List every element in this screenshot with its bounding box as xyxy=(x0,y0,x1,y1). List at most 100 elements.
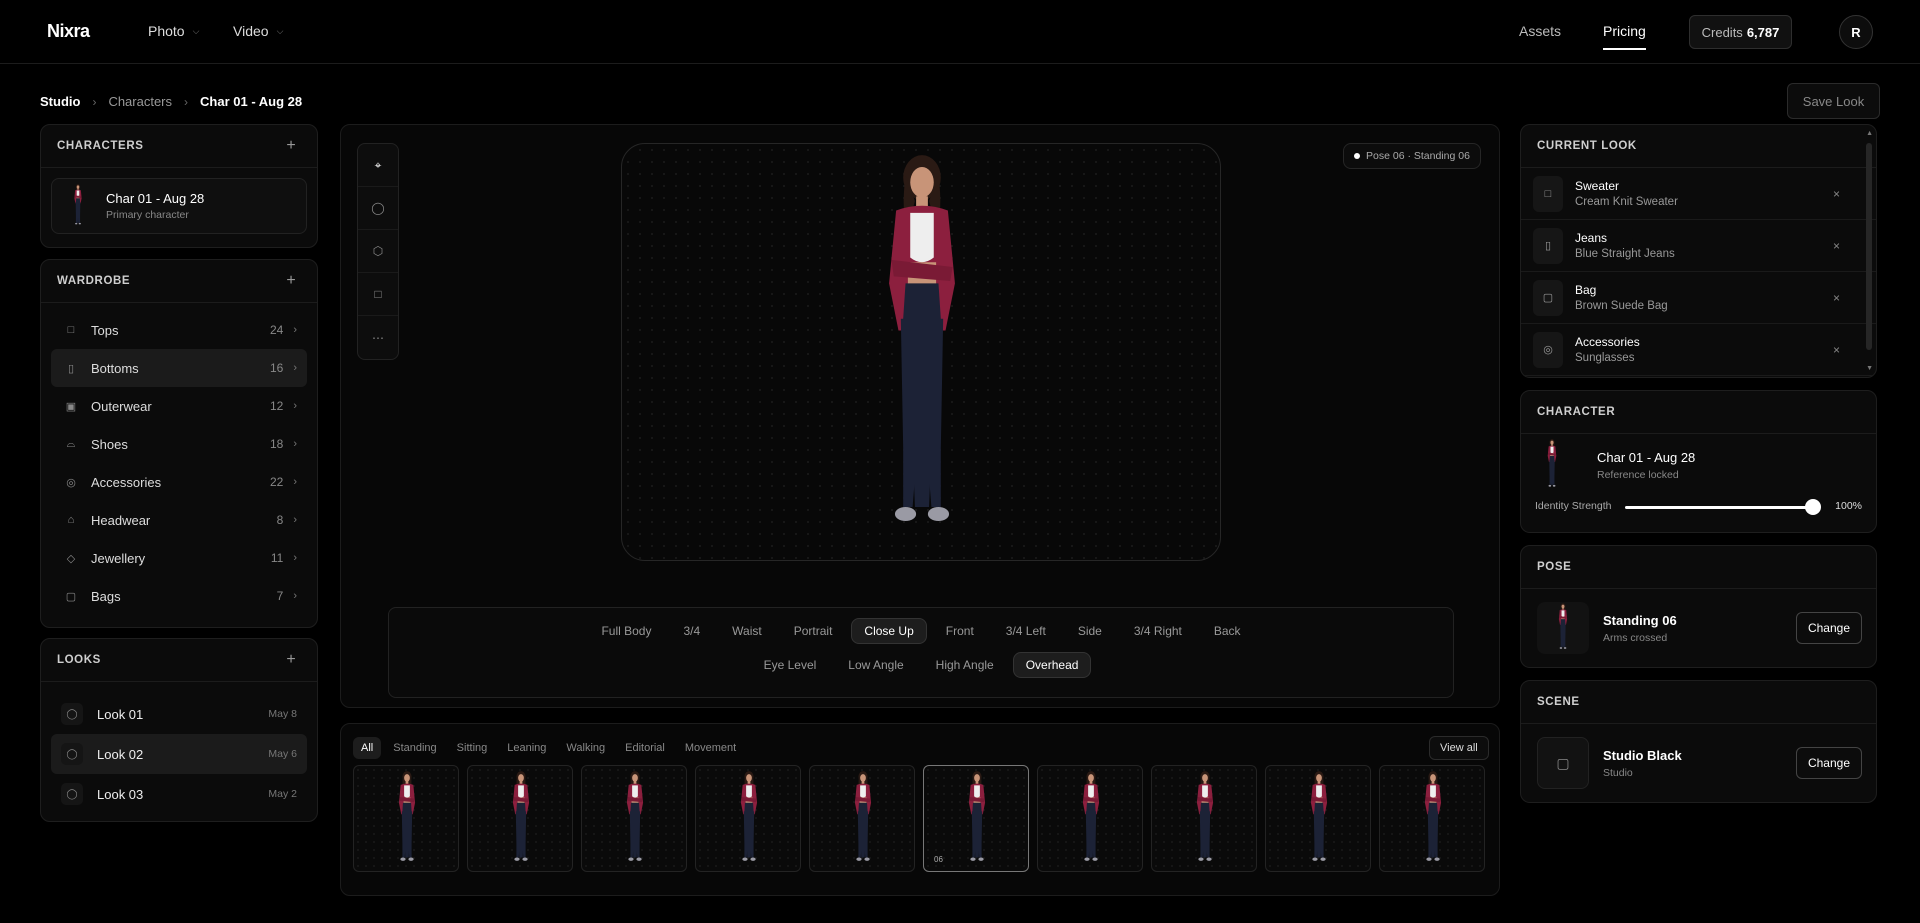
hat-icon: ⌂ xyxy=(67,514,75,526)
angle-chip[interactable]: High Angle xyxy=(923,652,1007,678)
framing-chip[interactable]: Close Up xyxy=(851,618,927,644)
wardrobe-item-label: Outerwear xyxy=(91,398,152,414)
breadcrumb-characters[interactable]: Characters xyxy=(108,94,172,109)
identity-strength-knob[interactable] xyxy=(1805,499,1821,515)
change-scene-button[interactable]: Change xyxy=(1796,747,1862,779)
angle-chip[interactable]: Overhead xyxy=(1012,652,1092,678)
close-icon[interactable]: × xyxy=(1833,291,1840,305)
more-tool-icon[interactable]: ⋯ xyxy=(358,316,398,359)
add-look-icon[interactable]: + xyxy=(281,651,301,669)
crop-tool-icon[interactable]: □ xyxy=(358,273,398,316)
framing-chip[interactable]: Front xyxy=(933,618,987,644)
look-item[interactable]: ◯ Look 01 May 8 xyxy=(51,694,307,734)
current-look-item[interactable]: □ Sweater Cream Knit Sweater × xyxy=(1521,168,1876,220)
cube-tool-icon[interactable]: ⬡ xyxy=(358,230,398,273)
change-pose-button[interactable]: Change xyxy=(1796,612,1862,644)
credits-badge[interactable]: Credits 6,787 xyxy=(1689,15,1792,49)
angle-chip[interactable]: Eye Level xyxy=(751,652,830,678)
look-item[interactable]: ◯ Look 03 May 2 xyxy=(51,774,307,814)
chevron-right-icon: › xyxy=(293,552,297,564)
framing-chip[interactable]: 3/4 xyxy=(670,618,713,644)
pose-filter-tab[interactable]: Editorial xyxy=(617,737,673,759)
look-item[interactable]: ◯ Look 02 May 6 xyxy=(51,734,307,774)
wardrobe-item-bottoms[interactable]: ▯ Bottoms 16 › xyxy=(51,349,307,387)
pose-filter-tab[interactable]: Standing xyxy=(385,737,444,759)
chevron-right-icon: › xyxy=(184,94,189,109)
wardrobe-item-bags[interactable]: ▢ Bags 7 › xyxy=(51,577,307,615)
angle-chip[interactable]: Low Angle xyxy=(835,652,916,678)
nav-photo-menu[interactable]: Photo ⌵ xyxy=(148,23,199,39)
wardrobe-item-tops[interactable]: □ Tops 24 › xyxy=(51,311,307,349)
identity-strength-track[interactable] xyxy=(1625,506,1813,509)
pose-name: Standing 06 xyxy=(1603,612,1677,628)
scene-panel: SCENE ▢ Studio Black Studio Change xyxy=(1520,680,1877,803)
character-card[interactable]: Char 01 - Aug 28 Primary character xyxy=(51,178,307,234)
current-look-item[interactable]: ▢ Bag Brown Suede Bag × xyxy=(1521,272,1876,324)
close-icon[interactable]: × xyxy=(1833,343,1840,357)
current-look-item[interactable]: ◎ Accessories Sunglasses × xyxy=(1521,324,1876,376)
nav-video-menu[interactable]: Video ⌵ xyxy=(233,23,283,39)
scroll-down-icon[interactable]: ▼ xyxy=(1866,365,1873,372)
wardrobe-header: WARDROBE + xyxy=(41,260,317,303)
pose-thumbnail[interactable] xyxy=(1037,765,1143,872)
wardrobe-item-accessories[interactable]: ◎ Accessories 22 › xyxy=(51,463,307,501)
save-look-button[interactable]: Save Look xyxy=(1787,83,1880,119)
current-look-name: Bag xyxy=(1575,283,1597,297)
close-icon[interactable]: × xyxy=(1833,239,1840,253)
chevron-right-icon: › xyxy=(293,400,297,412)
pose-thumbnail[interactable] xyxy=(1151,765,1257,872)
person-tool-icon[interactable]: ◯ xyxy=(358,187,398,230)
credits-value: 6,787 xyxy=(1746,24,1780,40)
pose-panel-header: POSE xyxy=(1521,546,1876,589)
wardrobe-item-outerwear[interactable]: ▣ Outerwear 12 › xyxy=(51,387,307,425)
pose-thumbnail[interactable] xyxy=(467,765,573,872)
pose-filter-tab[interactable]: Movement xyxy=(677,737,744,759)
framing-chip[interactable]: Side xyxy=(1065,618,1115,644)
pose-thumbnail[interactable] xyxy=(695,765,801,872)
pose-thumbnail-figure xyxy=(729,771,769,869)
current-look-sub: Blue Straight Jeans xyxy=(1575,248,1675,260)
current-look-text: Accessories Sunglasses xyxy=(1575,335,1833,364)
move-tool-icon[interactable]: ⌖ xyxy=(358,144,398,187)
add-wardrobe-icon[interactable]: + xyxy=(281,272,301,290)
scroll-up-icon[interactable]: ▲ xyxy=(1866,130,1873,137)
nav-photo-label: Photo xyxy=(148,23,185,39)
wardrobe-item-label: Shoes xyxy=(91,436,128,452)
pose-thumbnail[interactable]: 06 xyxy=(923,765,1029,872)
view-all-button[interactable]: View all xyxy=(1429,736,1489,760)
framing-chip[interactable]: Back xyxy=(1201,618,1254,644)
pose-filter-tab[interactable]: All xyxy=(353,737,382,759)
framing-chip[interactable]: Portrait xyxy=(781,618,846,644)
wardrobe-item-shoes[interactable]: ⌓ Shoes 18 › xyxy=(51,425,307,463)
pose-filter-tab[interactable]: Leaning xyxy=(499,737,554,759)
character-panel-name: Char 01 - Aug 28 xyxy=(1597,449,1696,465)
framing-chip[interactable]: Waist xyxy=(719,618,775,644)
current-look-item[interactable]: ▯ Jeans Blue Straight Jeans × xyxy=(1521,220,1876,272)
framing-chip[interactable]: 3/4 Right xyxy=(1121,618,1195,644)
app-logo[interactable]: Nixra xyxy=(47,21,90,42)
model-figure xyxy=(822,154,1022,554)
pose-thumbnail[interactable] xyxy=(353,765,459,872)
scrollbar[interactable] xyxy=(1866,143,1872,350)
nav-assets-link[interactable]: Assets xyxy=(1519,23,1561,39)
wardrobe-item-headwear[interactable]: ⌂ Headwear 8 › xyxy=(51,501,307,539)
pose-figure xyxy=(1548,603,1578,653)
nav-pricing-link[interactable]: Pricing xyxy=(1603,23,1646,50)
framing-chip[interactable]: Full Body xyxy=(588,618,664,644)
pose-thumbnail[interactable] xyxy=(809,765,915,872)
framing-chip[interactable]: 3/4 Left xyxy=(993,618,1059,644)
wardrobe-item-jewellery[interactable]: ◇ Jewellery 11 › xyxy=(51,539,307,577)
pose-filter-tab[interactable]: Sitting xyxy=(449,737,496,759)
pose-thumbnail[interactable] xyxy=(581,765,687,872)
pose-thumbnail[interactable] xyxy=(1265,765,1371,872)
pose-filter-tab[interactable]: Walking xyxy=(558,737,613,759)
breadcrumb-studio[interactable]: Studio xyxy=(40,94,80,109)
add-character-icon[interactable]: + xyxy=(281,137,301,155)
chevron-right-icon: › xyxy=(293,438,297,450)
model-canvas[interactable] xyxy=(621,143,1221,561)
close-icon[interactable]: × xyxy=(1833,187,1840,201)
pose-thumbnail[interactable] xyxy=(1379,765,1485,872)
pose-thumbnail-figure xyxy=(1299,771,1339,869)
user-avatar-button[interactable]: R xyxy=(1839,15,1873,49)
wardrobe-item-count: 22 xyxy=(269,475,284,489)
